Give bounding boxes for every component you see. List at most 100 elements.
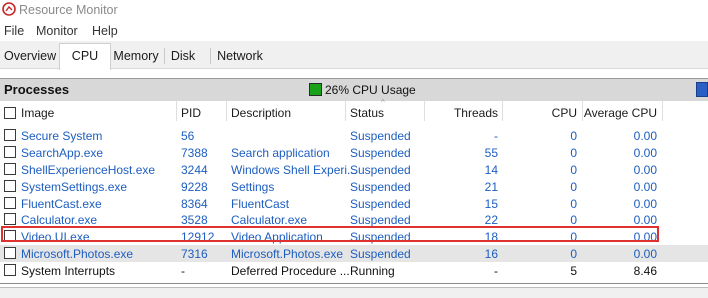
tab-network[interactable]: Network	[214, 45, 266, 67]
row-average-cpu: 0.00	[633, 163, 657, 177]
row-cpu: 0	[570, 197, 577, 211]
table-row[interactable]: Secure System 56 Suspended - 0 0.00	[0, 127, 708, 144]
row-average-cpu: 8.46	[633, 264, 657, 278]
row-average-cpu: 0.00	[633, 247, 657, 261]
resource-monitor-icon	[2, 2, 16, 16]
row-checkbox[interactable]	[4, 197, 16, 209]
row-description: Deferred Procedure ...	[231, 264, 350, 278]
row-checkbox[interactable]	[4, 129, 16, 141]
title-bar: Resource Monitor	[0, 0, 708, 21]
row-image: Secure System	[21, 129, 103, 143]
row-image: Calculator.exe	[21, 213, 98, 227]
row-status: Suspended	[350, 129, 411, 143]
row-status: Suspended	[350, 197, 411, 211]
row-image: SearchApp.exe	[21, 146, 104, 160]
collapse-icon[interactable]	[696, 82, 708, 97]
row-cpu: 0	[570, 163, 577, 177]
column-divider	[662, 101, 663, 121]
row-description: Search application	[231, 146, 330, 160]
column-divider	[176, 101, 177, 121]
row-image: SystemSettings.exe	[21, 180, 128, 194]
column-divider	[345, 101, 346, 121]
row-threads: -	[494, 129, 498, 143]
row-cpu: 0	[570, 129, 577, 143]
row-threads: -	[494, 264, 498, 278]
row-threads: 16	[484, 247, 498, 261]
table-row[interactable]: System Interrupts - Deferred Procedure .…	[0, 262, 708, 279]
column-header-threads[interactable]: Threads	[424, 106, 498, 120]
tab-memory[interactable]: Memory	[111, 45, 161, 67]
column-header-cpu[interactable]: CPU	[502, 106, 577, 120]
tab-separator	[210, 48, 211, 64]
tab-strip: Overview CPU Memory Disk Network	[0, 41, 708, 70]
column-header-status[interactable]: Status	[350, 106, 384, 120]
tab-overview[interactable]: Overview	[4, 45, 56, 67]
row-threads: 22	[484, 213, 498, 227]
cpu-usage-label: 26% CPU Usage	[325, 83, 416, 97]
next-row-partial	[0, 287, 708, 298]
row-pid: 56	[181, 129, 195, 143]
row-image: FluentCast.exe	[21, 197, 102, 211]
table-row[interactable]: SystemSettings.exe 9228 Settings Suspend…	[0, 178, 708, 195]
row-pid: 9228	[181, 180, 208, 194]
row-checkbox[interactable]	[4, 264, 16, 276]
row-threads: 21	[484, 180, 498, 194]
row-cpu: 5	[570, 264, 577, 278]
row-image: ShellExperienceHost.exe	[21, 163, 156, 177]
menu-monitor[interactable]: Monitor	[36, 24, 78, 38]
row-checkbox[interactable]	[4, 247, 16, 259]
row-status: Suspended	[350, 247, 411, 261]
tab-separator	[164, 48, 165, 64]
row-average-cpu: 0.00	[633, 180, 657, 194]
row-average-cpu: 0.00	[633, 129, 657, 143]
row-cpu: 0	[570, 146, 577, 160]
tab-disk[interactable]: Disk	[166, 45, 200, 67]
cpu-usage-indicator-icon	[309, 83, 322, 96]
row-pid: -	[181, 264, 185, 278]
row-average-cpu: 0.00	[633, 197, 657, 211]
row-status: Running	[350, 264, 395, 278]
menu-file[interactable]: File	[4, 24, 24, 38]
row-average-cpu: 0.00	[633, 213, 657, 227]
menu-bar: File Monitor Help	[0, 21, 708, 41]
column-header-pid[interactable]: PID	[181, 106, 201, 120]
row-description: Microsoft.Photos.exe	[231, 247, 344, 261]
processes-section-header[interactable]: Processes 26% CPU Usage	[0, 78, 708, 101]
row-status: Suspended	[350, 180, 411, 194]
row-description: FluentCast	[231, 197, 290, 211]
table-divider	[0, 283, 708, 284]
tab-cpu[interactable]: CPU	[59, 43, 111, 70]
menu-help[interactable]: Help	[92, 24, 118, 38]
row-pid: 3244	[181, 163, 208, 177]
row-checkbox[interactable]	[4, 163, 16, 175]
row-image: Microsoft.Photos.exe	[21, 247, 134, 261]
row-description: Windows Shell Experi...	[231, 163, 358, 177]
column-header-description[interactable]: Description	[231, 106, 291, 120]
row-threads: 55	[484, 146, 498, 160]
column-header-average-cpu[interactable]: Average CPU	[582, 106, 657, 120]
column-divider	[226, 101, 227, 121]
row-cpu: 0	[570, 180, 577, 194]
row-checkbox[interactable]	[4, 213, 16, 225]
row-threads: 15	[484, 197, 498, 211]
highlight-box	[1, 226, 659, 242]
row-image: System Interrupts	[21, 264, 116, 278]
row-status: Suspended	[350, 163, 411, 177]
select-all-checkbox[interactable]	[4, 107, 16, 119]
row-cpu: 0	[570, 213, 577, 227]
column-header-image[interactable]: Image	[21, 106, 54, 120]
row-description: Settings	[231, 180, 275, 194]
table-row[interactable]: SearchApp.exe 7388 Search application Su…	[0, 144, 708, 161]
row-average-cpu: 0.00	[633, 146, 657, 160]
table-row[interactable]: FluentCast.exe 8364 FluentCast Suspended…	[0, 195, 708, 212]
row-pid: 7388	[181, 146, 208, 160]
row-pid: 8364	[181, 197, 208, 211]
row-pid: 3528	[181, 213, 208, 227]
table-row[interactable]: Microsoft.Photos.exe 7316 Microsoft.Phot…	[0, 245, 708, 262]
section-title: Processes	[4, 82, 70, 97]
row-checkbox[interactable]	[4, 180, 16, 192]
window-title: Resource Monitor	[19, 3, 118, 17]
row-checkbox[interactable]	[4, 146, 16, 158]
row-status: Suspended	[350, 146, 411, 160]
table-row[interactable]: ShellExperienceHost.exe 3244 Windows She…	[0, 161, 708, 178]
